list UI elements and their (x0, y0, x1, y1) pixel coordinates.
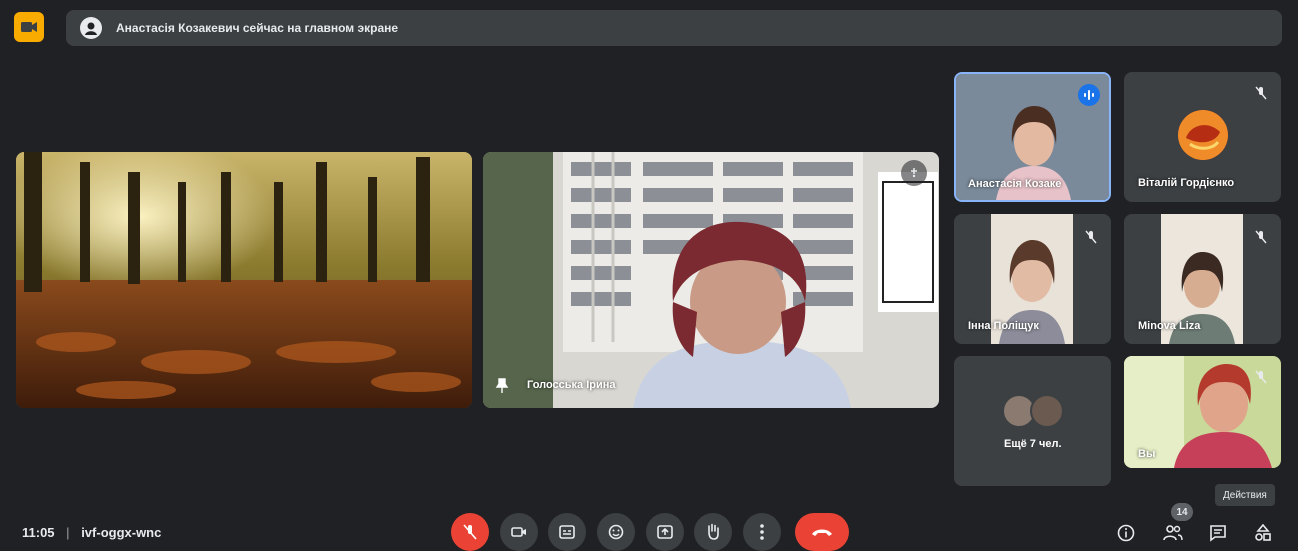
autumn-forest-image (16, 152, 472, 408)
side-tile[interactable]: Minova Liza (1124, 214, 1281, 344)
mic-toggle-button[interactable] (451, 513, 489, 551)
raise-hand-button[interactable] (694, 513, 732, 551)
clock: 11:05 (22, 525, 55, 540)
mic-off-icon (1252, 84, 1270, 102)
presenter-avatar (80, 17, 102, 39)
more-participants-label: Ещё 7 чел. (1004, 438, 1062, 450)
hand-icon (708, 523, 719, 540)
captions-icon (559, 525, 575, 539)
side-tile-speaking[interactable]: Анастасія Козаке (954, 72, 1111, 202)
meeting-details-button[interactable] (1111, 518, 1141, 548)
mic-off-icon (463, 524, 477, 540)
participant-name: Вы (1138, 448, 1156, 460)
main-tile-image[interactable] (16, 152, 472, 408)
presenter-video (483, 152, 939, 408)
notification-message: Анастасія Козакевич сейчас на главном эк… (116, 21, 399, 35)
more-vert-icon (760, 524, 764, 540)
participant-name: Інна Поліщук (968, 320, 1039, 332)
presenter-notification-bar: Анастасія Козакевич сейчас на главном эк… (66, 10, 1282, 46)
chat-icon (1210, 525, 1226, 542)
mic-off-icon (1082, 228, 1100, 246)
pin-button[interactable] (901, 160, 927, 186)
meet-logo (14, 12, 44, 42)
present-button[interactable] (646, 513, 684, 551)
mic-off-icon (1252, 228, 1270, 246)
chat-button[interactable] (1203, 518, 1233, 548)
meeting-code: ivf-oggx-wnc (81, 525, 162, 540)
hang-up-icon (812, 529, 832, 536)
meeting-info: 11:05 | ivf-oggx-wnc (22, 525, 161, 540)
more-options-button[interactable] (743, 513, 781, 551)
tooltip: Действия (1215, 484, 1275, 506)
present-icon (657, 525, 673, 539)
side-tile-self[interactable]: Вы (1124, 356, 1281, 468)
participant-name: Анастасія Козаке (968, 178, 1062, 190)
speaking-indicator-icon (1078, 84, 1100, 106)
activities-icon (1255, 524, 1271, 541)
participant-name: Віталій Гордієнко (1138, 177, 1235, 189)
camera-icon (511, 527, 526, 537)
more-participants-tile[interactable]: Ещё 7 чел. (954, 356, 1111, 486)
mic-off-icon (1252, 368, 1270, 386)
side-tile[interactable]: Віталій Гордієнко (1124, 72, 1281, 202)
leave-call-button[interactable] (795, 513, 849, 551)
main-tile-presenter[interactable]: Голосська Ірина (483, 152, 939, 408)
emoji-icon (608, 524, 624, 540)
participant-name: Minova Liza (1138, 320, 1201, 332)
side-tile[interactable]: Інна Поліщук (954, 214, 1111, 344)
participant-name: Голосська Ірина (527, 379, 616, 391)
captions-button[interactable] (548, 513, 586, 551)
separator: | (66, 525, 70, 540)
activities-button[interactable] (1248, 518, 1278, 548)
participant-avatar (1030, 394, 1064, 428)
info-icon (1117, 524, 1135, 542)
people-icon (1163, 525, 1183, 541)
reactions-button[interactable] (597, 513, 635, 551)
pin-icon (495, 378, 509, 394)
camera-toggle-button[interactable] (500, 513, 538, 551)
participant-avatar (1178, 110, 1228, 160)
people-button[interactable] (1158, 518, 1188, 548)
